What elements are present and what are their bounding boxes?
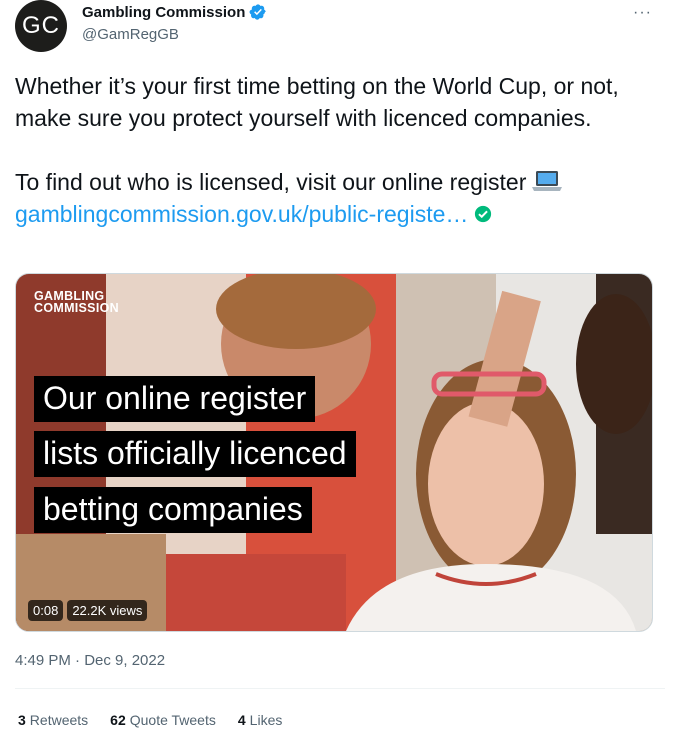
video-duration: 0:08	[28, 600, 64, 621]
likes-count: 4	[237, 712, 246, 728]
video-info-badges: 0:08 22.2K views	[28, 600, 148, 621]
engagement-stats: 3 Retweets 62 Quote Tweets 4 Likes	[18, 712, 282, 728]
tweet-text: Whether it’s your first time betting on …	[15, 70, 655, 230]
quotes-label: Quote Tweets	[129, 712, 216, 728]
likes-stat[interactable]: 4 Likes	[238, 712, 282, 728]
likes-label: Likes	[249, 712, 283, 728]
tweet-timestamp[interactable]: 4:49 PM · Dec 9, 2022	[15, 652, 165, 669]
avatar[interactable]: GC	[15, 0, 67, 52]
laptop-emoji-icon	[532, 171, 563, 191]
retweets-stat[interactable]: 3 Retweets	[18, 712, 88, 728]
more-options-icon[interactable]: ···	[633, 4, 652, 22]
author-name[interactable]: Gambling Commission	[82, 4, 245, 21]
logo-line-2: COMMISSION	[34, 301, 119, 315]
caption-line-2: lists officially licenced	[34, 431, 356, 477]
tweet-paragraph-2-text: To find out who is licensed, visit our o…	[15, 169, 527, 195]
safe-link-check-icon	[475, 205, 492, 223]
divider	[15, 688, 665, 689]
video-player[interactable]: GAMBLING COMMISSION Our online register …	[15, 273, 653, 632]
video-views: 22.2K views	[67, 600, 148, 621]
avatar-initials: GC	[22, 12, 60, 39]
author-name-row[interactable]: Gambling Commission	[82, 3, 267, 21]
register-link[interactable]: gamblingcommission.gov.uk/public-registe…	[15, 198, 492, 230]
tweet-paragraph-1: Whether it’s your first time betting on …	[15, 73, 619, 131]
author-handle[interactable]: @GamRegGB	[82, 26, 179, 43]
gambling-commission-logo: GAMBLING COMMISSION	[34, 290, 119, 315]
quotes-count: 62	[110, 712, 126, 728]
register-link-text[interactable]: gamblingcommission.gov.uk/public-registe…	[15, 198, 468, 230]
quote-tweets-stat[interactable]: 62 Quote Tweets	[110, 712, 216, 728]
verified-badge-icon	[249, 4, 267, 20]
tweet-paragraph-2: To find out who is licensed, visit our o…	[15, 166, 655, 198]
retweets-count: 3	[18, 712, 26, 728]
caption-line-1: Our online register	[34, 376, 316, 422]
retweets-label: Retweets	[29, 712, 89, 728]
caption-line-3: betting companies	[34, 487, 312, 533]
